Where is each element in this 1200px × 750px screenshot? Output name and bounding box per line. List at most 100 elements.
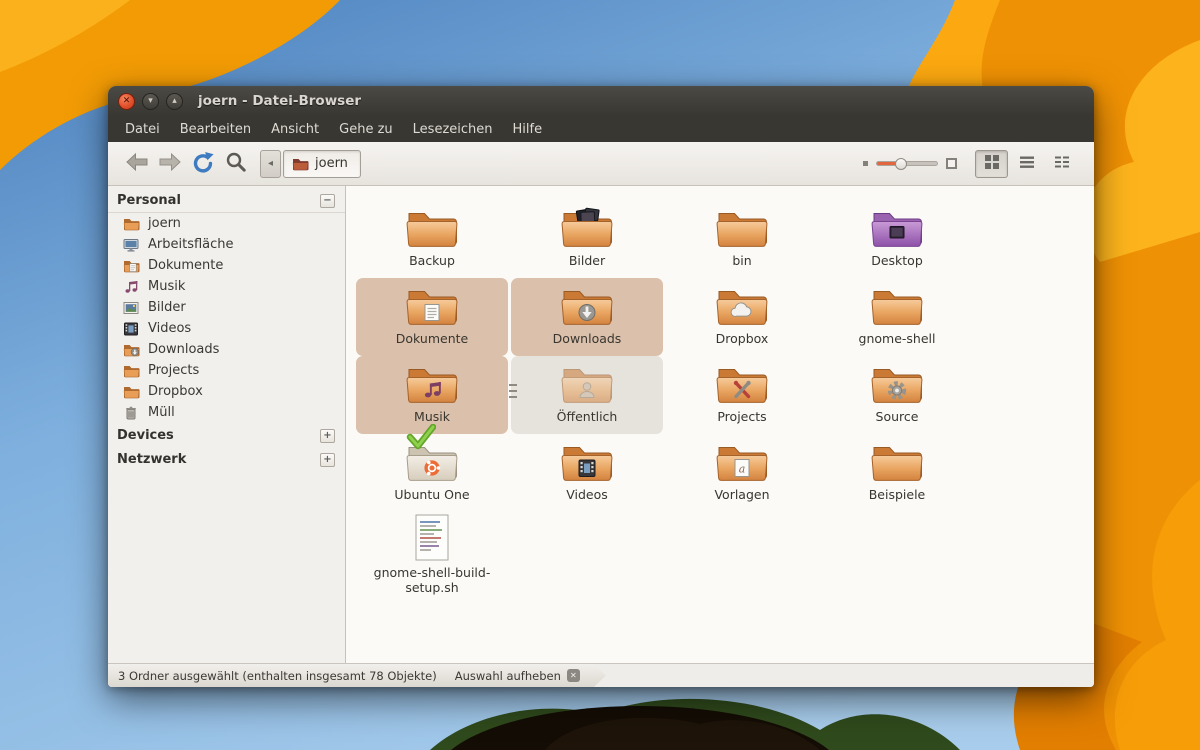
sidebar-section-label: Netzwerk	[117, 452, 187, 467]
compact-view-icon	[1054, 154, 1070, 174]
expand-network-button[interactable]: +	[320, 452, 335, 467]
folder-videos-icon	[559, 437, 615, 485]
sidebar-item-label: Videos	[148, 321, 192, 336]
window-title: joern - Datei-Browser	[198, 93, 362, 109]
menu-ansicht[interactable]: Ansicht	[261, 118, 329, 141]
close-icon: ✕	[122, 95, 131, 106]
file-item-backup[interactable]: Backup	[356, 200, 508, 278]
close-button[interactable]: ✕	[118, 92, 135, 110]
close-icon[interactable]: ✕	[567, 669, 580, 682]
sidebar-item-m-ll[interactable]: Müll	[108, 402, 345, 423]
sidebar-item-bilder[interactable]: Bilder	[108, 297, 345, 318]
file-item-label: Vorlagen	[714, 487, 770, 502]
reload-button[interactable]	[186, 147, 219, 180]
file-item-musik[interactable]: Musik	[356, 356, 508, 434]
expand-devices-button[interactable]: +	[320, 428, 335, 443]
toolbar: ◂ joern	[108, 142, 1094, 186]
file-item-projects[interactable]: Projects	[666, 356, 818, 434]
menu-gehe-zu[interactable]: Gehe zu	[329, 118, 403, 141]
chevron-left-icon: ◂	[267, 158, 274, 169]
sidebar-item-joern[interactable]: joern	[108, 213, 345, 234]
sidebar-item-dokumente[interactable]: Dokumente	[108, 255, 345, 276]
sidebar-item-musik[interactable]: Musik	[108, 276, 345, 297]
file-item-label: Musik	[414, 409, 450, 424]
back-button[interactable]	[120, 147, 153, 180]
menu-hilfe[interactable]: Hilfe	[503, 118, 553, 141]
shell-script-icon	[411, 514, 453, 563]
reload-icon	[191, 151, 215, 177]
folder-ubuntu-one-icon	[404, 423, 460, 485]
minimize-icon: ▾	[148, 95, 153, 106]
collapse-section-button[interactable]: −	[320, 193, 335, 208]
menubar: Datei Bearbeiten Ansicht Gehe zu Lesezeichen…	[108, 116, 1094, 142]
sidebar-item-arbeitsfl-che[interactable]: Arbeitsfläche	[108, 234, 345, 255]
compact-view-button[interactable]	[1045, 150, 1078, 178]
file-item-dropbox[interactable]: Dropbox	[666, 278, 818, 356]
search-button[interactable]	[219, 147, 252, 180]
menu-bearbeiten[interactable]: Bearbeiten	[170, 118, 261, 141]
menu-lesezeichen[interactable]: Lesezeichen	[403, 118, 503, 141]
sidebar-section-personal[interactable]: Personal −	[108, 188, 345, 213]
folder-desktop-icon	[869, 203, 925, 251]
zoom-slider-handle[interactable]	[895, 157, 907, 170]
zoom-out-icon[interactable]	[863, 161, 868, 166]
file-item-gnome-shell[interactable]: gnome-shell	[821, 278, 973, 356]
file-item-gnome-shell-build-setup-sh[interactable]: gnome-shell-build-setup.sh	[356, 512, 508, 595]
folder-templates-icon: a	[714, 437, 770, 485]
list-view-icon	[1019, 154, 1035, 174]
folder-icon	[869, 281, 925, 329]
folder-public-icon	[559, 359, 615, 407]
file-item-label: Dropbox	[715, 331, 769, 346]
menu-datei[interactable]: Datei	[115, 118, 170, 141]
clear-selection-button[interactable]: Auswahl aufheben ✕	[455, 669, 580, 683]
zoom-in-icon[interactable]	[946, 158, 957, 169]
file-grid: Backup Bilder bin Desktop Dokumente Down…	[356, 200, 1094, 595]
file-item-label: Downloads	[552, 331, 622, 346]
file-item-bilder[interactable]: Bilder	[511, 200, 663, 278]
titlebar[interactable]: ✕ ▾ ▴ joern - Datei-Browser	[108, 86, 1094, 116]
forward-button[interactable]	[153, 147, 186, 180]
folder-projects-icon	[714, 359, 770, 407]
file-item-label: gnome-shell-build-setup.sh	[373, 565, 491, 595]
breadcrumb-joern-button[interactable]: joern	[283, 149, 361, 178]
zoom-slider[interactable]	[876, 157, 938, 170]
file-item-source[interactable]: Source	[821, 356, 973, 434]
zoom-control	[863, 157, 957, 170]
file-item-beispiele[interactable]: Beispiele	[821, 434, 973, 512]
downloads-icon	[123, 343, 140, 357]
desktop-icon	[123, 238, 140, 252]
sidebar-item-downloads[interactable]: Downloads	[108, 339, 345, 360]
file-item-bin[interactable]: bin	[666, 200, 818, 278]
file-item-label: Projects	[717, 409, 767, 424]
icon-view-button[interactable]	[975, 149, 1008, 178]
sidebar-section-devices[interactable]: Devices +	[108, 423, 345, 447]
file-item-vorlagen[interactable]: a Vorlagen	[666, 434, 818, 512]
sidebar-section-label: Devices	[117, 428, 174, 443]
file-item-dokumente[interactable]: Dokumente	[356, 278, 508, 356]
minimize-button[interactable]: ▾	[142, 92, 159, 110]
file-item-downloads[interactable]: Downloads	[511, 278, 663, 356]
folder-music-icon	[404, 359, 460, 407]
folder-dropbox-icon	[714, 281, 770, 329]
sync-check-emblem-icon	[406, 423, 437, 454]
file-item-ubuntu-one[interactable]: Ubuntu One	[356, 423, 508, 512]
breadcrumb-collapse-button[interactable]: ◂	[260, 149, 281, 178]
list-view-button[interactable]	[1010, 150, 1043, 178]
sidebar-section-network[interactable]: Netzwerk +	[108, 447, 345, 471]
svg-text:a: a	[739, 463, 746, 476]
sidebar-item-projects[interactable]: Projects	[108, 360, 345, 381]
file-item-label: Öffentlich	[556, 409, 618, 424]
clear-selection-label: Auswahl aufheben	[454, 668, 561, 683]
file-item-label: Ubuntu One	[394, 487, 470, 502]
sidebar-item-label: Dropbox	[148, 384, 203, 399]
maximize-button[interactable]: ▴	[166, 92, 183, 110]
sidebar-item-label: Bilder	[148, 300, 186, 315]
file-item-ffentlich[interactable]: Öffentlich	[509, 356, 663, 434]
icon-view[interactable]: Backup Bilder bin Desktop Dokumente Down…	[346, 186, 1094, 663]
file-item-label: Bilder	[568, 253, 606, 268]
sidebar-item-label: Arbeitsfläche	[148, 237, 234, 252]
file-item-videos[interactable]: Videos	[511, 434, 663, 512]
sidebar-item-dropbox[interactable]: Dropbox	[108, 381, 345, 402]
sidebar-item-videos[interactable]: Videos	[108, 318, 345, 339]
file-item-desktop[interactable]: Desktop	[821, 200, 973, 278]
